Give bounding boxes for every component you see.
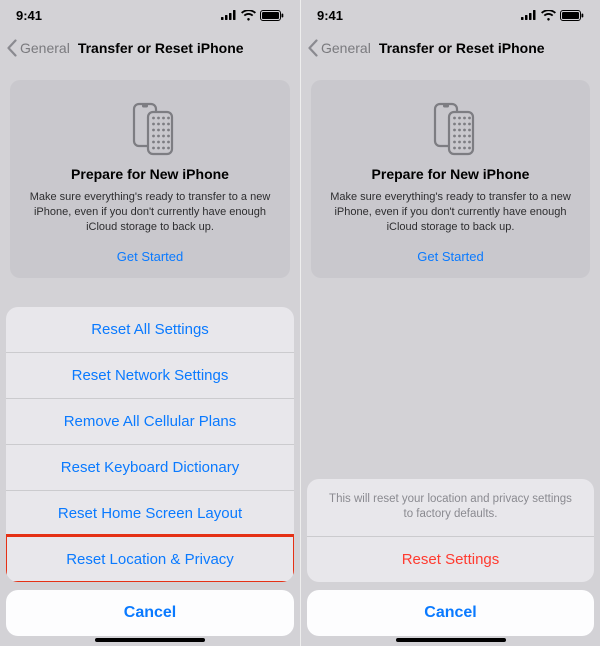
reset-options-group: Reset All Settings Reset Network Setting… bbox=[6, 307, 294, 582]
home-indicator[interactable] bbox=[396, 638, 506, 642]
nav-bar: General Transfer or Reset iPhone bbox=[0, 30, 300, 66]
reset-keyboard-dictionary[interactable]: Reset Keyboard Dictionary bbox=[6, 444, 294, 490]
chevron-left-icon bbox=[307, 39, 319, 57]
two-phones-icon bbox=[421, 100, 481, 156]
card-desc: Make sure everything's ready to transfer… bbox=[24, 190, 276, 235]
status-icons bbox=[221, 10, 284, 21]
nav-back-button[interactable]: General bbox=[6, 39, 70, 57]
nav-back-label: General bbox=[20, 40, 70, 56]
prepare-card: Prepare for New iPhone Make sure everyth… bbox=[10, 80, 290, 278]
cellular-icon bbox=[221, 10, 237, 20]
confirm-action-sheet: This will reset your location and privac… bbox=[307, 479, 594, 636]
card-title: Prepare for New iPhone bbox=[325, 166, 576, 182]
battery-icon bbox=[260, 10, 284, 21]
screenshot-left: 9:41 General Transfer or Reset iPhone bbox=[0, 0, 300, 646]
status-icons bbox=[521, 10, 584, 21]
prepare-card: Prepare for New iPhone Make sure everyth… bbox=[311, 80, 590, 278]
screenshot-right: 9:41 General Transfer or Reset iPhone bbox=[300, 0, 600, 646]
two-phones-icon bbox=[120, 100, 180, 156]
card-title: Prepare for New iPhone bbox=[24, 166, 276, 182]
action-sheet: Reset All Settings Reset Network Setting… bbox=[6, 307, 294, 636]
reset-settings-button[interactable]: Reset Settings bbox=[307, 536, 594, 582]
remove-all-cellular-plans[interactable]: Remove All Cellular Plans bbox=[6, 398, 294, 444]
wifi-icon bbox=[241, 10, 256, 21]
confirm-message: This will reset your location and privac… bbox=[307, 479, 594, 536]
nav-title: Transfer or Reset iPhone bbox=[78, 40, 244, 56]
cancel-group: Cancel bbox=[6, 590, 294, 636]
nav-back-label: General bbox=[321, 40, 371, 56]
battery-icon bbox=[560, 10, 584, 21]
status-bar: 9:41 bbox=[301, 0, 600, 30]
status-time: 9:41 bbox=[16, 8, 42, 23]
home-indicator[interactable] bbox=[95, 638, 205, 642]
status-bar: 9:41 bbox=[0, 0, 300, 30]
nav-back-button[interactable]: General bbox=[307, 39, 371, 57]
reset-home-screen-layout[interactable]: Reset Home Screen Layout bbox=[6, 490, 294, 536]
chevron-left-icon bbox=[6, 39, 18, 57]
cellular-icon bbox=[521, 10, 537, 20]
card-desc: Make sure everything's ready to transfer… bbox=[325, 190, 576, 235]
reset-network-settings[interactable]: Reset Network Settings bbox=[6, 352, 294, 398]
confirm-group: This will reset your location and privac… bbox=[307, 479, 594, 582]
wifi-icon bbox=[541, 10, 556, 21]
cancel-button[interactable]: Cancel bbox=[307, 590, 594, 636]
get-started-link[interactable]: Get Started bbox=[24, 249, 276, 264]
reset-all-settings[interactable]: Reset All Settings bbox=[6, 307, 294, 352]
reset-location-privacy[interactable]: Reset Location & Privacy bbox=[6, 536, 294, 582]
cancel-button[interactable]: Cancel bbox=[6, 590, 294, 636]
nav-title: Transfer or Reset iPhone bbox=[379, 40, 545, 56]
cancel-group: Cancel bbox=[307, 590, 594, 636]
status-time: 9:41 bbox=[317, 8, 343, 23]
nav-bar: General Transfer or Reset iPhone bbox=[301, 30, 600, 66]
get-started-link[interactable]: Get Started bbox=[325, 249, 576, 264]
